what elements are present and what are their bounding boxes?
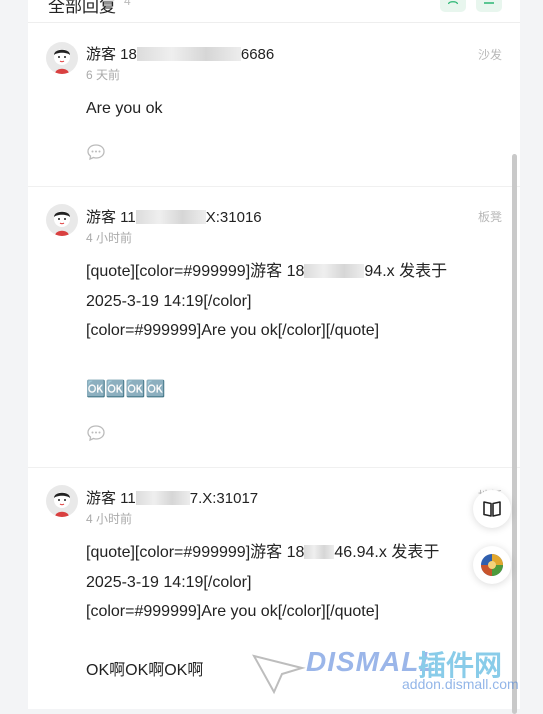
comment-line: [quote][color=#999999]游客 18 94.x 发表于 <box>86 257 496 287</box>
comment-time: 4 小时前 <box>86 512 133 526</box>
comment-time: 6 天前 <box>86 68 121 82</box>
comments-header: 全部回复 4 <box>28 0 520 23</box>
masked-ip <box>135 491 190 505</box>
comment-line: 🆗🆗🆗🆗 <box>86 381 166 398</box>
masked-ip <box>304 545 335 559</box>
guest-avatar-icon <box>54 492 70 517</box>
comments-count: 4 <box>124 0 131 8</box>
author-name: 游客 11 <box>86 209 136 226</box>
book-button[interactable] <box>473 490 511 528</box>
author-name: 游客 11 <box>86 490 136 507</box>
masked-ip <box>304 264 365 278</box>
comment-item: 游客 18 6686 6 天前 沙发 Are you ok <box>28 24 520 186</box>
comment-author[interactable]: 游客 11 7.X:31017 <box>86 487 258 508</box>
comment-line: [color=#999999]Are you ok[/color][/quote… <box>86 322 380 339</box>
sort-button[interactable] <box>476 0 502 12</box>
book-icon <box>483 501 501 517</box>
quote-ip-suffix: 46.94.x 发表于 <box>334 544 440 561</box>
author-ip-suffix: X:31016 <box>205 209 262 226</box>
quote-ip-suffix: 94.x 发表于 <box>364 263 448 280</box>
author-ip-suffix: 6686 <box>240 46 275 63</box>
comment-line <box>86 627 496 657</box>
comment-item: 游客 117.X:31017 4 小时前 地板 [quote][color=#9… <box>28 468 520 709</box>
floor-label: 板凳 <box>477 210 502 224</box>
comments-card: 全部回复 4 游客 18 6686 6 天前 沙发 Are you ok 游客 … <box>28 0 520 709</box>
comment-line: [quote][color=#999999]游客 18 46.94.x 发表于 <box>86 538 496 568</box>
quote-prefix: [quote][color=#999999]游客 18 <box>86 263 305 280</box>
comment-line: Are you ok <box>86 100 163 117</box>
comment-item: 游客 11 X:31016 4 小时前 板凳 [quote][color=#999… <box>28 187 520 467</box>
comment-time: 4 小时前 <box>86 231 133 245</box>
list-icon <box>484 2 494 4</box>
comment-line: 2025-3-19 14:19[/color] <box>86 573 252 591</box>
comments-title: 全部回复 <box>48 0 116 16</box>
comment-line: OK啊OK啊OK啊 <box>86 662 204 679</box>
comment-body: [quote][color=#999999]游客 18 94.x 发表于 2025… <box>86 257 496 405</box>
masked-ip <box>136 47 241 61</box>
avatar[interactable] <box>46 204 78 236</box>
comment-author[interactable]: 游客 11 X:31016 <box>86 206 262 227</box>
avatar[interactable] <box>46 42 78 74</box>
reply-icon[interactable] <box>86 142 106 162</box>
floor-label: 沙发 <box>477 48 502 62</box>
comment-line: [color=#999999]Are you ok[/color][/quote… <box>86 603 380 620</box>
comment-body: [quote][color=#999999]游客 18 46.94.x 发表于 2… <box>86 538 496 686</box>
comment-body: Are you ok <box>86 94 496 124</box>
guest-avatar-icon <box>54 211 70 236</box>
theme-button[interactable] <box>473 546 511 584</box>
comment-line: 2025-3-19 14:19[/color] <box>86 292 252 310</box>
guest-avatar-icon <box>54 49 70 74</box>
avatar[interactable] <box>46 485 78 517</box>
author-name: 游客 18 <box>86 46 137 63</box>
user-icon <box>447 1 459 5</box>
quote-prefix: [quote][color=#999999]游客 18 <box>86 544 305 561</box>
reply-icon[interactable] <box>86 423 106 443</box>
author-ip-suffix: 7.X:31017 <box>189 490 259 507</box>
author-filter-button[interactable] <box>440 0 466 12</box>
comment-author[interactable]: 游客 18 6686 <box>86 43 274 64</box>
palette-icon <box>481 554 503 576</box>
masked-ip <box>135 210 206 224</box>
comment-line <box>86 346 496 376</box>
scrollbar[interactable] <box>512 154 517 714</box>
